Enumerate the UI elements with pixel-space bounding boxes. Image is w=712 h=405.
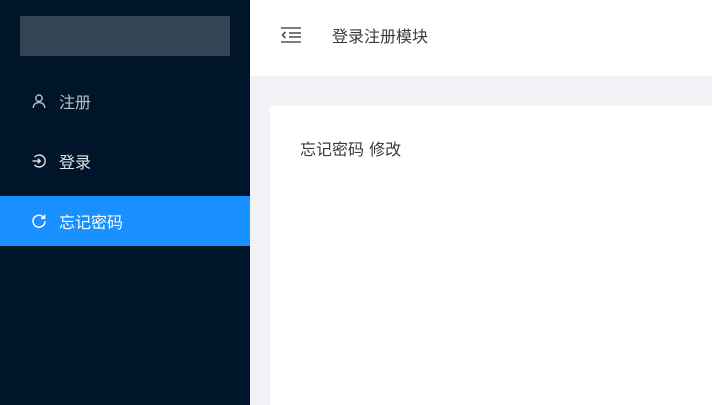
user-icon <box>31 93 47 109</box>
sidebar-menu: 注册 登录 忘记密码 <box>0 76 250 256</box>
sidebar: 注册 登录 忘记密码 <box>0 0 250 405</box>
menu-fold-icon <box>280 26 302 48</box>
page-title: 登录注册模块 <box>332 27 429 46</box>
menu-fold-button[interactable] <box>278 25 304 49</box>
sidebar-item-login[interactable]: 登录 <box>0 136 250 186</box>
login-icon <box>31 153 47 169</box>
sidebar-item-label: 忘记密码 <box>59 213 124 232</box>
header: 登录注册模块 <box>250 0 712 76</box>
content-text: 忘记密码 修改 <box>300 140 402 159</box>
sidebar-item-label: 注册 <box>59 93 92 112</box>
sidebar-item-label: 登录 <box>59 153 92 172</box>
sidebar-item-register[interactable]: 注册 <box>0 76 250 126</box>
logo-placeholder <box>20 16 230 56</box>
reload-icon <box>31 213 47 229</box>
sidebar-item-forgot-password[interactable]: 忘记密码 <box>0 196 250 246</box>
app-layout: 注册 登录 忘记密码 登录注册模块 忘记密码 修改 <box>0 0 712 405</box>
content-panel: 忘记密码 修改 <box>270 106 712 405</box>
